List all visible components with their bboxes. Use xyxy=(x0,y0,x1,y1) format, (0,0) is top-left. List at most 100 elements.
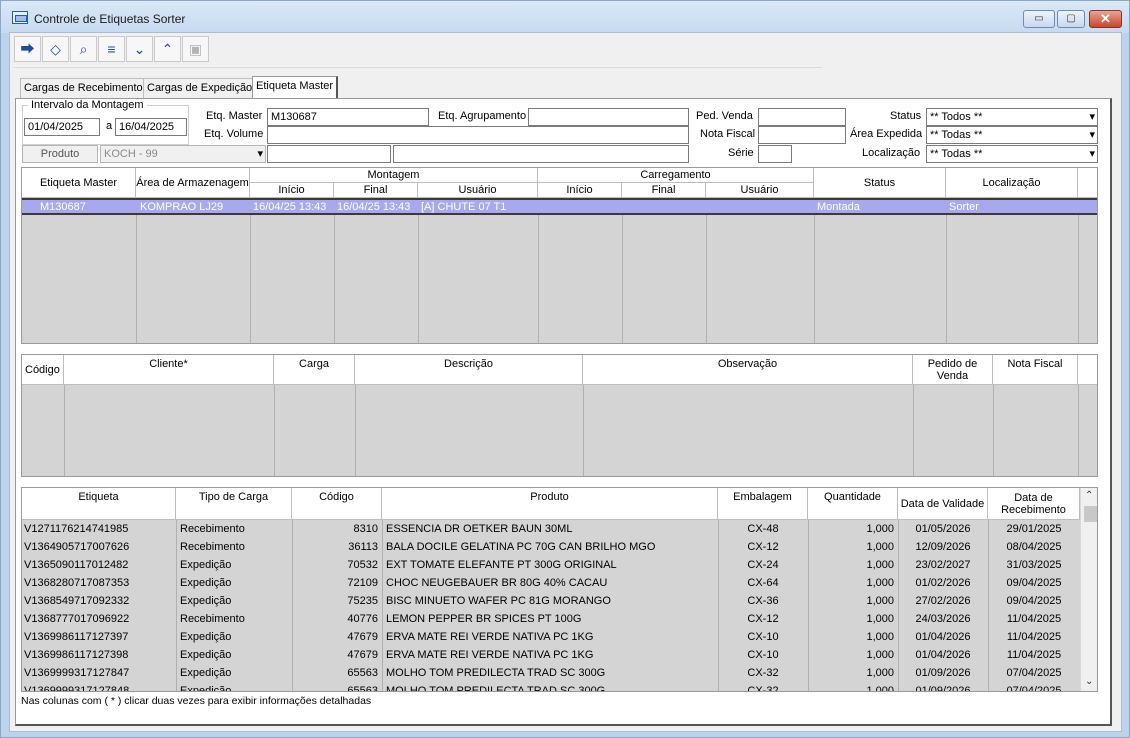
serie-input[interactable] xyxy=(758,145,792,163)
status-select[interactable]: ** Todos ** xyxy=(926,108,1098,126)
col-area-armazenagem[interactable]: Área de Armazenagem xyxy=(136,168,250,198)
scroll-up-icon[interactable]: ⌃ xyxy=(1085,490,1093,501)
table-row[interactable]: M130687 KOMPRAO LJ29 16/04/25 13:43 16/0… xyxy=(22,198,1097,215)
cell-quantidade: 1,000 xyxy=(866,577,894,589)
produto-button[interactable]: Produto xyxy=(22,145,98,163)
etq-master-input[interactable]: M130687 xyxy=(267,108,429,126)
table-row[interactable]: V1365090117012482 Expedição 70532 EXT TOMAT… xyxy=(22,556,1080,574)
col-pedido-venda[interactable]: Pedido de Venda xyxy=(913,355,993,385)
col-produto[interactable]: Produto xyxy=(382,488,718,520)
ped-venda-input[interactable] xyxy=(758,108,846,126)
tab-cargas-expedicao[interactable]: Cargas de Expedição xyxy=(143,78,257,98)
cell-produto: LEMON PEPPER BR SPICES PT 100G xyxy=(386,613,582,625)
col-montagem-inicio[interactable]: Início xyxy=(250,183,334,198)
cell-codigo: 65563 xyxy=(347,685,378,692)
table-row[interactable]: V1368280717087353 Expedição 72109 CHOC NEUG… xyxy=(22,574,1080,592)
produto-desc-input[interactable] xyxy=(393,145,689,163)
cell-codigo: 72109 xyxy=(347,577,378,589)
clear-button[interactable]: ◇ xyxy=(42,36,69,62)
exit-button[interactable]: ⮕ xyxy=(14,36,41,62)
table-row[interactable]: V1369986117127398 Expedição 47679 ERVA MATE… xyxy=(22,646,1080,664)
col-observacao[interactable]: Observação xyxy=(583,355,913,385)
search-icon: ⌕ xyxy=(79,41,88,57)
col-data-validade[interactable]: Data de Validade xyxy=(898,488,988,520)
table-row[interactable]: V1369999317127847 Expedição 65563 MOLHO TOM… xyxy=(22,664,1080,682)
col-cliente[interactable]: Cliente* xyxy=(64,355,274,385)
date-from-input[interactable]: 01/04/2025 xyxy=(24,118,100,136)
grid-line xyxy=(808,520,809,691)
tab-etiqueta-master[interactable]: Etiqueta Master xyxy=(252,76,339,98)
area-expedida-label: Área Expedida xyxy=(850,128,923,140)
cell-produto: ERVA MATE REI VERDE NATIVA PC 1KG xyxy=(386,631,594,643)
cell-tipo-carga: Recebimento xyxy=(180,613,245,625)
table-row[interactable]: V1364905717007626 Recebimento 36113 BALA DO… xyxy=(22,538,1080,556)
col-etiqueta[interactable]: Etiqueta xyxy=(22,488,176,520)
grid-line xyxy=(250,215,251,343)
cell-codigo: 8310 xyxy=(353,523,378,535)
col-montagem-final[interactable]: Final xyxy=(334,183,418,198)
minimize-button[interactable]: ▭ xyxy=(1023,10,1055,28)
col-status[interactable]: Status xyxy=(814,168,946,198)
col-embalagem[interactable]: Embalagem xyxy=(718,488,808,520)
grid-line xyxy=(1078,215,1079,343)
window-client-area: ⮕ ◇ ⌕ ≡ ⌄ ⌃ ▣ Cargas de Recebimento Carg… xyxy=(9,32,1122,732)
vertical-scrollbar[interactable]: ⌃ ⌄ xyxy=(1080,488,1097,691)
produto-select[interactable]: KOCH - 99 xyxy=(100,145,266,163)
table-row[interactable]: V1271176214741985 Recebimento 8310 ESSENCIA… xyxy=(22,520,1080,538)
tab-cargas-recebimento[interactable]: Cargas de Recebimento xyxy=(20,78,147,98)
maximize-icon: ▢ xyxy=(1066,13,1076,24)
col-quantidade[interactable]: Quantidade xyxy=(808,488,898,520)
filter-button[interactable]: ≡ xyxy=(98,36,125,62)
col-carregamento-inicio[interactable]: Início xyxy=(538,183,622,198)
cell-codigo: 65563 xyxy=(347,667,378,679)
cell-tipo-carga: Recebimento xyxy=(180,523,245,535)
nota-fiscal-input[interactable] xyxy=(758,126,846,144)
search-button[interactable]: ⌕ xyxy=(70,36,97,62)
cell-etiqueta: M130687 xyxy=(40,201,86,213)
area-expedida-select[interactable]: ** Todas ** xyxy=(926,126,1098,144)
close-button[interactable]: ✕ xyxy=(1089,10,1122,28)
cell-tipo-carga: Expedição xyxy=(180,631,232,643)
etq-agrupamento-input[interactable] xyxy=(528,108,689,126)
col-nota-fiscal[interactable]: Nota Fiscal xyxy=(993,355,1078,385)
cell-data-recebimento: 09/04/2025 xyxy=(1006,595,1062,607)
col-codigo[interactable]: Código xyxy=(292,488,382,520)
col-data-recebimento[interactable]: Data de Recebimento xyxy=(988,488,1080,520)
produto-code-input[interactable] xyxy=(267,145,391,163)
scroll-thumb[interactable] xyxy=(1084,506,1097,522)
col-tipo-carga[interactable]: Tipo de Carga xyxy=(176,488,292,520)
collapse-all-button[interactable]: ⌃ xyxy=(154,36,181,62)
table-row[interactable]: V1369999317127848 Expedição 65563 MOLHO TOM… xyxy=(22,682,1080,692)
col-localizacao[interactable]: Localização xyxy=(946,168,1078,198)
col-etiqueta-master[interactable]: Etiqueta Master xyxy=(22,168,136,198)
cell-embalagem: CX-12 xyxy=(747,541,779,553)
scroll-down-icon[interactable]: ⌄ xyxy=(1085,676,1093,687)
table-row[interactable]: V1368777017096922 Recebimento 40776 LEMON P… xyxy=(22,610,1080,628)
cell-tipo-carga: Expedição xyxy=(180,595,232,607)
table-row[interactable]: V1368549717092332 Expedição 75235 BISC MINU… xyxy=(22,592,1080,610)
col-carregamento-final[interactable]: Final xyxy=(622,183,706,198)
col-carga[interactable]: Carga xyxy=(274,355,355,385)
cell-quantidade: 1,000 xyxy=(866,649,894,661)
expand-all-button[interactable]: ⌄ xyxy=(126,36,153,62)
cell-codigo: 36113 xyxy=(348,541,378,553)
lock-icon: ▣ xyxy=(188,41,203,57)
cell-data-validade: 24/03/2026 xyxy=(915,613,971,625)
localizacao-select[interactable]: ** Todas ** xyxy=(926,145,1098,163)
lock-button[interactable]: ▣ xyxy=(182,36,209,62)
grid-line xyxy=(898,520,899,691)
col-descricao[interactable]: Descrição xyxy=(355,355,583,385)
localizacao-label: Localização xyxy=(862,147,921,159)
cell-embalagem: CX-12 xyxy=(747,613,779,625)
serie-label: Série xyxy=(728,147,754,159)
title-bar[interactable]: Controle de Etiquetas Sorter ▭ ▢ ✕ xyxy=(1,1,1129,33)
col-montagem-usuario[interactable]: Usuário xyxy=(418,183,538,198)
col-codigo[interactable]: Código xyxy=(22,355,64,385)
table-row[interactable]: V1369986117127397 Expedição 47679 ERVA MATE… xyxy=(22,628,1080,646)
cell-etiqueta: V1369999317127848 xyxy=(24,685,130,692)
etq-volume-input[interactable] xyxy=(267,126,689,144)
cell-data-validade: 01/09/2026 xyxy=(915,685,971,692)
maximize-button[interactable]: ▢ xyxy=(1057,10,1085,28)
date-to-input[interactable]: 16/04/2025 xyxy=(115,118,187,136)
col-carregamento-usuario[interactable]: Usuário xyxy=(706,183,814,198)
